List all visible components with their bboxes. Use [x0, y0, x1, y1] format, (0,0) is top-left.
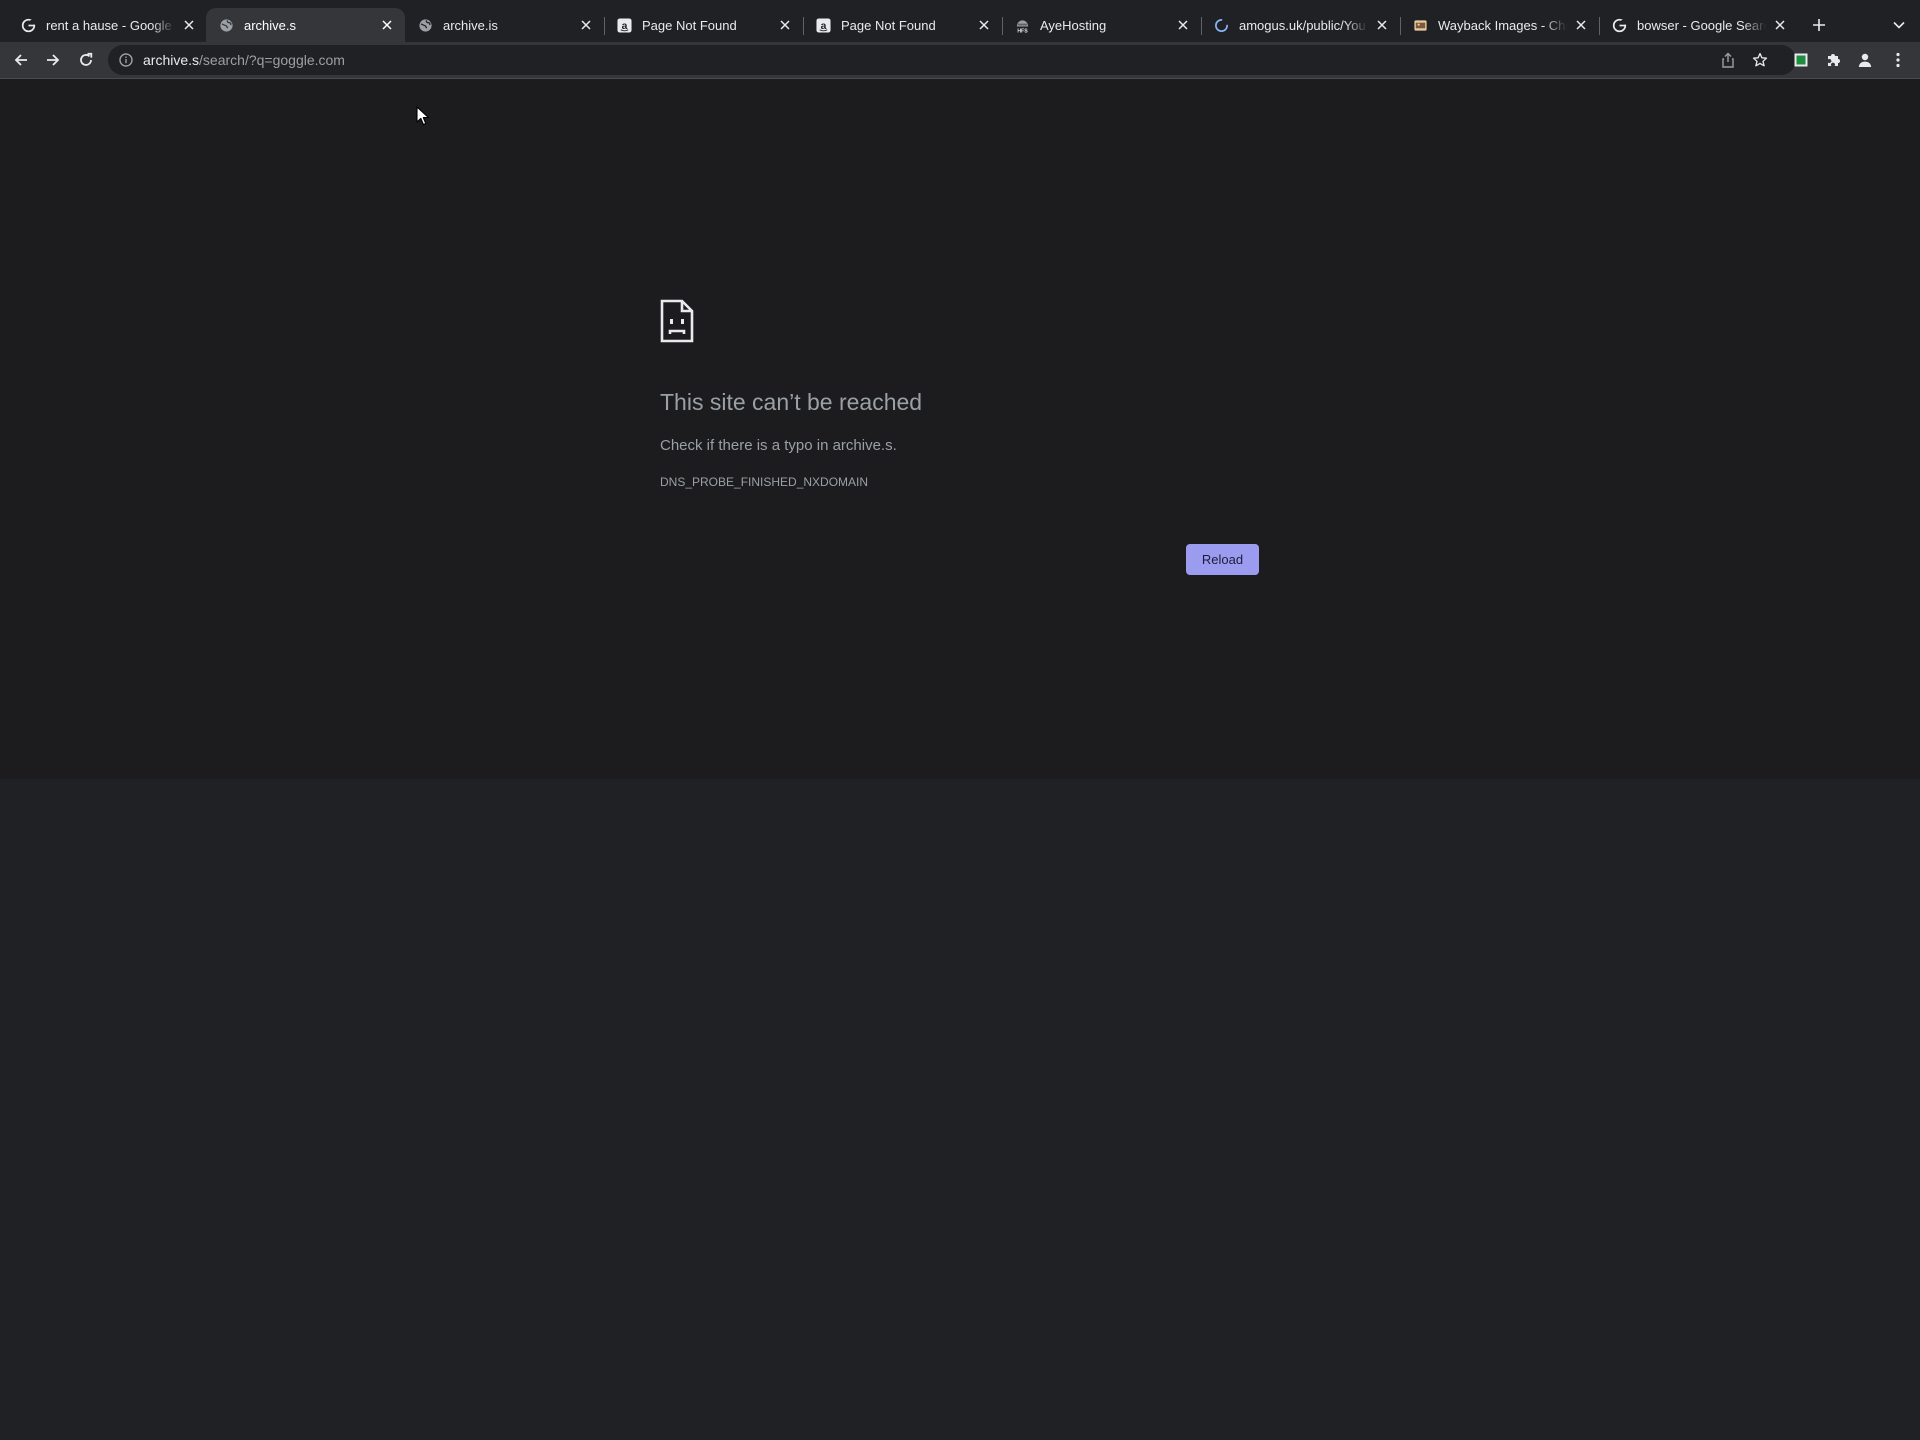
tab-archive-is[interactable]: archive.is [405, 8, 605, 42]
tab-title: Page Not Found [642, 17, 737, 33]
share-icon[interactable] [1719, 51, 1737, 69]
forward-button[interactable] [39, 46, 67, 74]
toolbar: archive.s/search/?q=goggle.com [0, 42, 1920, 79]
wayback-icon [1412, 17, 1428, 33]
menu-button[interactable] [1884, 46, 1912, 74]
globe-icon [417, 17, 433, 33]
reload-button[interactable]: Reload [1186, 544, 1259, 575]
tab-title: Wayback Images - Chrome [1438, 17, 1567, 33]
close-tab-icon[interactable] [976, 17, 992, 33]
error-description: Check if there is a typo in archive.s. [660, 437, 897, 454]
amazon-a-icon: a [616, 17, 632, 33]
page-background [0, 779, 1920, 1440]
back-button[interactable] [7, 46, 35, 74]
close-tab-icon[interactable] [1175, 17, 1191, 33]
close-tab-icon[interactable] [379, 17, 395, 33]
hfs-icon: HFS [1014, 17, 1030, 33]
tab-rent-a-hause[interactable]: rent a hause - Google Search [8, 8, 208, 42]
extension-button[interactable] [1787, 46, 1815, 74]
plus-icon [1813, 19, 1825, 31]
chevron-down-icon [1893, 21, 1905, 29]
bookmark-star-icon[interactable] [1751, 51, 1769, 69]
mouse-cursor-icon [416, 106, 430, 126]
google-g-icon [1611, 17, 1627, 33]
google-g-icon [20, 17, 36, 33]
reload-icon [80, 52, 93, 66]
tab-archive-s[interactable]: archive.s [206, 8, 405, 42]
new-tab-button[interactable] [1806, 12, 1832, 38]
close-tab-icon[interactable] [1374, 17, 1390, 33]
error-code: DNS_PROBE_FINISHED_NXDOMAIN [660, 475, 869, 489]
tab-title: bowser - Google Search [1637, 17, 1766, 33]
error-title: This site can’t be reached [660, 389, 923, 415]
tab-strip: rent a hause - Google Search archive.s a… [0, 0, 1920, 42]
url-host: archive.s [143, 52, 200, 68]
tab-amogus[interactable]: amogus.uk/public/You Tube [1201, 8, 1401, 42]
globe-icon [218, 17, 234, 33]
tab-ayehosting[interactable]: HFS AyeHosting [1002, 8, 1202, 42]
amazon-a-icon: a [815, 17, 831, 33]
tab-title: amogus.uk/public/You Tube [1239, 17, 1368, 33]
puzzle-icon [1828, 54, 1840, 66]
tab-page-not-found-2[interactable]: a Page Not Found [803, 8, 1003, 42]
url-text[interactable]: archive.s/search/?q=goggle.com [143, 52, 345, 68]
address-bar[interactable]: archive.s/search/?q=goggle.com [108, 45, 1796, 75]
tab-title: archive.is [443, 17, 498, 33]
loading-spinner-icon [1213, 17, 1229, 33]
reload-toolbar-button[interactable] [72, 46, 100, 74]
tab-search-button[interactable] [1886, 12, 1912, 38]
three-dots-vertical-icon [1896, 52, 1900, 68]
tab-title: archive.s [244, 17, 297, 33]
tab-title: rent a hause - Google Search [46, 17, 175, 33]
close-tab-icon[interactable] [181, 17, 197, 33]
profile-button[interactable] [1851, 46, 1879, 74]
url-path: /search/?q=goggle.com [199, 52, 345, 68]
extension-green-icon [1794, 53, 1808, 67]
svg-text:HFS: HFS [1017, 28, 1028, 32]
forward-arrow-icon [47, 54, 60, 66]
profile-icon [1858, 53, 1872, 67]
error-page: This site can’t be reached Check if ther… [0, 79, 1920, 779]
tab-bowser[interactable]: bowser - Google Search [1599, 8, 1798, 42]
close-tab-icon[interactable] [1772, 17, 1788, 33]
tab-title: AyeHosting [1040, 17, 1107, 33]
tab-title: Page Not Found [841, 17, 936, 33]
info-icon[interactable] [117, 51, 135, 69]
close-tab-icon[interactable] [1573, 17, 1589, 33]
back-arrow-icon [14, 54, 27, 66]
close-tab-icon[interactable] [777, 17, 793, 33]
sad-document-icon [660, 299, 694, 343]
tab-page-not-found-1[interactable]: a Page Not Found [604, 8, 804, 42]
extensions-button[interactable] [1819, 46, 1847, 74]
tab-wayback-images[interactable]: Wayback Images - Chrome [1400, 8, 1600, 42]
close-tab-icon[interactable] [578, 17, 594, 33]
